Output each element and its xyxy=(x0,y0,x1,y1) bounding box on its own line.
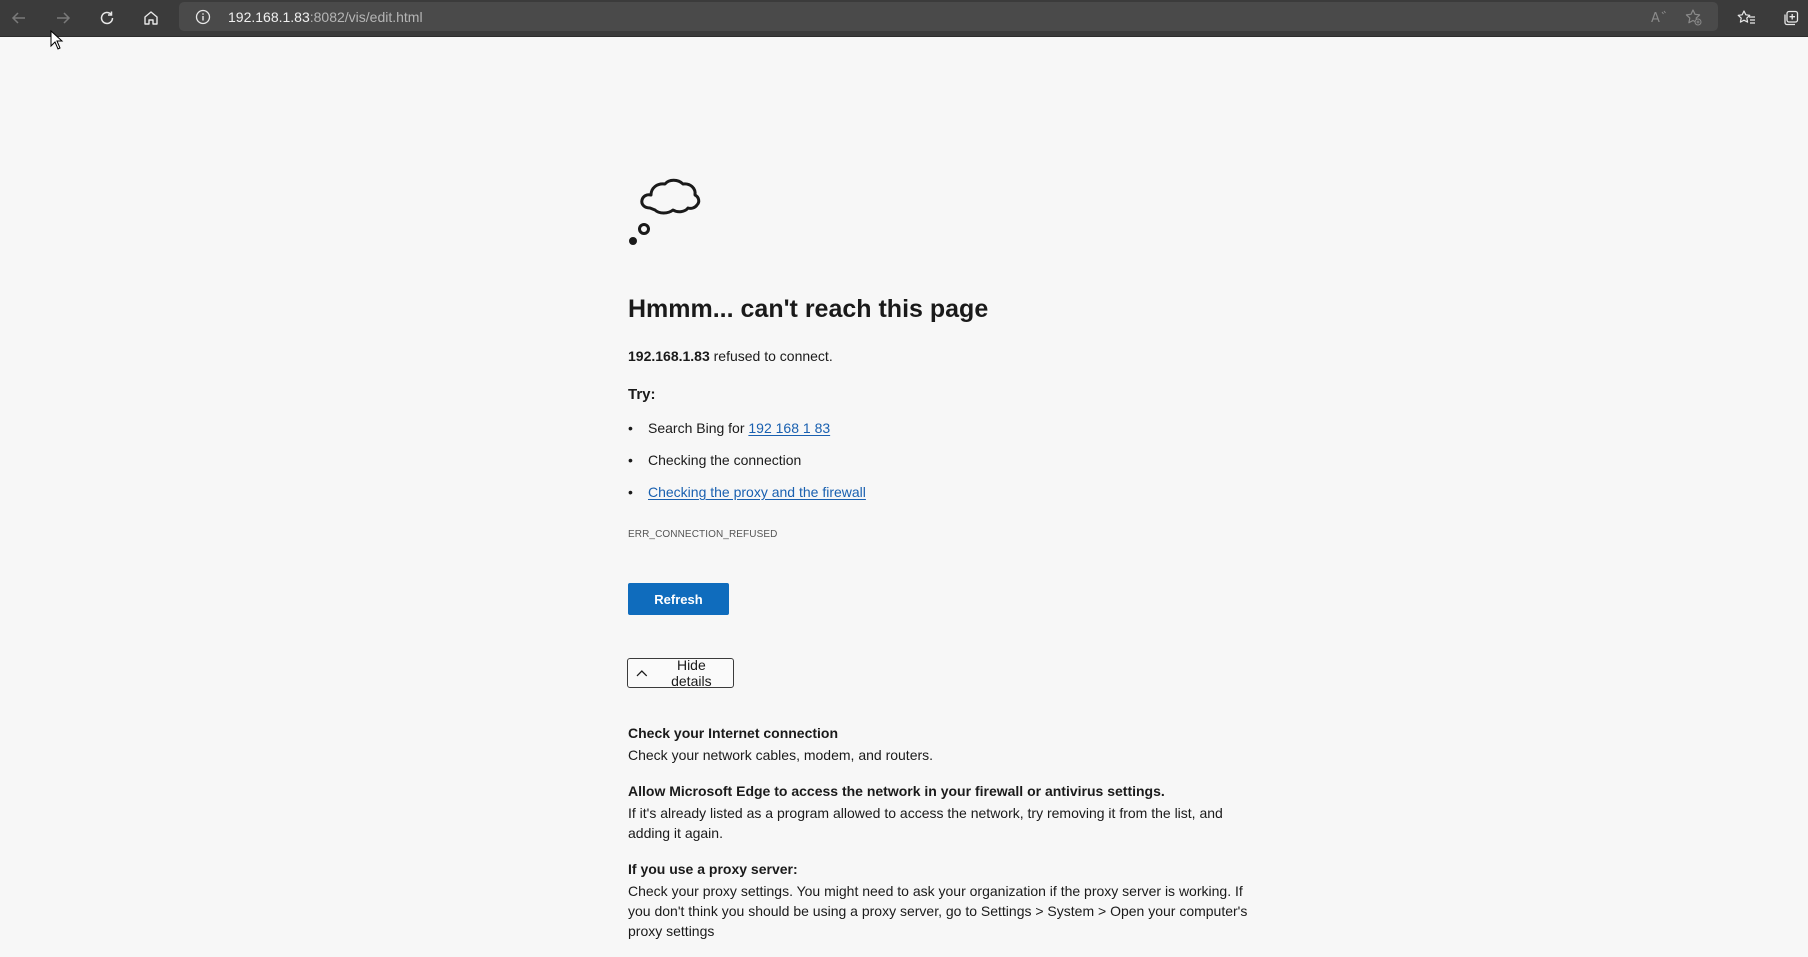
detail-block: If you use a proxy server: Check your pr… xyxy=(628,859,1248,941)
home-icon[interactable] xyxy=(136,4,166,32)
address-bar[interactable]: 192.168.1.83:8082/vis/edit.html A xyxy=(179,2,1718,31)
list-item: • Checking the connection xyxy=(628,452,866,484)
detail-title: Check your Internet connection xyxy=(628,725,839,741)
bullet: • xyxy=(628,484,633,500)
refresh-button[interactable]: Refresh xyxy=(628,583,729,615)
list-item: • Checking the proxy and the firewall xyxy=(628,484,866,516)
list-item: • Search Bing for 192 168 1 83 xyxy=(628,420,866,452)
forward-arrow-icon[interactable] xyxy=(48,4,78,32)
suggestions-list: • Search Bing for 192 168 1 83 • Checking … xyxy=(628,420,866,516)
search-prefix: Search Bing for xyxy=(648,420,749,436)
mouse-cursor-icon xyxy=(50,29,64,55)
detail-body: If it's already listed as a program allo… xyxy=(628,805,1223,841)
try-label: Try: xyxy=(628,386,656,403)
error-code: ERR_CONNECTION_REFUSED xyxy=(628,529,778,540)
search-bing-link[interactable]: 192 168 1 83 xyxy=(748,420,830,436)
back-arrow-icon[interactable] xyxy=(4,4,34,32)
browser-toolbar: 192.168.1.83:8082/vis/edit.html A xyxy=(0,0,1808,37)
detail-body: Check your proxy settings. You might nee… xyxy=(628,883,1248,939)
proxy-firewall-link[interactable]: Checking the proxy and the firewall xyxy=(648,484,866,500)
thought-cloud-icon xyxy=(628,170,704,251)
check-connection-text: Checking the connection xyxy=(648,452,802,468)
detail-title: Allow Microsoft Edge to access the netwo… xyxy=(628,783,1165,799)
favorites-icon[interactable] xyxy=(1732,4,1762,32)
detail-block: Check your Internet connection Check you… xyxy=(628,723,1248,765)
info-icon[interactable] xyxy=(195,9,211,30)
detail-title: If you use a proxy server: xyxy=(628,861,798,877)
refused-text: refused to connect. xyxy=(709,348,833,364)
reload-icon[interactable] xyxy=(92,4,122,32)
hide-details-button[interactable]: Hide details xyxy=(627,657,734,689)
bullet: • xyxy=(628,452,633,468)
refused-message: 192.168.1.83 refused to connect. xyxy=(628,348,833,365)
read-aloud-icon[interactable]: A xyxy=(1650,9,1668,30)
svg-text:A: A xyxy=(1651,11,1660,25)
bullet: • xyxy=(628,420,633,436)
add-favorite-icon[interactable] xyxy=(1684,8,1702,31)
page-title: Hmmm... can't reach this page xyxy=(628,295,989,323)
detail-block: Allow Microsoft Edge to access the netwo… xyxy=(628,781,1248,843)
chevron-up-icon xyxy=(636,670,648,677)
hide-details-label: Hide details xyxy=(671,657,712,689)
collections-icon[interactable] xyxy=(1776,4,1806,32)
details-section: Check your Internet connection Check you… xyxy=(628,723,1248,957)
refused-host: 192.168.1.83 xyxy=(628,348,710,364)
url-host: 192.168.1.83 xyxy=(228,9,310,25)
url-path: :8082/vis/edit.html xyxy=(309,9,423,25)
detail-body: Check your network cables, modem, and ro… xyxy=(628,747,934,763)
url-text[interactable]: 192.168.1.83:8082/vis/edit.html xyxy=(228,9,423,25)
